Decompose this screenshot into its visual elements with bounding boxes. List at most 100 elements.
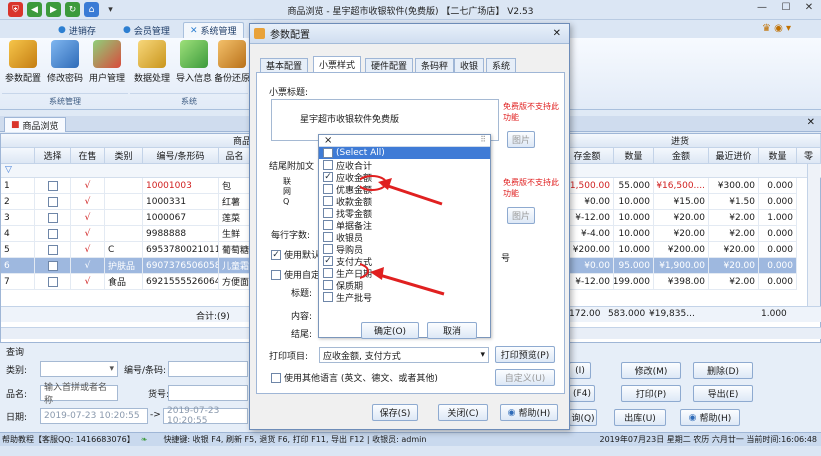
col-last-price[interactable]: 最近进价 (709, 148, 759, 164)
dtab-basic[interactable]: 基本配置 (260, 58, 309, 72)
dtab-hardware[interactable]: 硬件配置 (365, 58, 414, 72)
filter-icon[interactable]: ▽ (5, 165, 12, 175)
item-checkbox[interactable] (323, 196, 333, 206)
item-checkbox[interactable] (323, 208, 333, 218)
cell-onsale[interactable]: √ (71, 258, 105, 274)
export-button[interactable]: 导出(E) (693, 385, 753, 402)
cell-select[interactable] (35, 194, 71, 210)
dtab-system[interactable]: 系统 (486, 58, 517, 72)
cell-value[interactable]: 0.000 (759, 178, 797, 194)
cell-rownum[interactable]: 4 (1, 226, 35, 242)
cell-value[interactable]: ¥16,500.... (654, 178, 709, 194)
cell-value[interactable]: ¥20.00 (709, 258, 759, 274)
cell-rownum[interactable]: 1 (1, 178, 35, 194)
cell-value[interactable]: 10.000 (614, 210, 654, 226)
user-manage-button[interactable]: 用户管理 (86, 40, 128, 90)
query-button[interactable]: 询(Q) (569, 409, 597, 426)
cell-value[interactable]: 1.000 (759, 210, 797, 226)
cell-value[interactable]: ¥1.50 (709, 194, 759, 210)
cell-name[interactable]: 方便面 (219, 274, 251, 290)
cell-category[interactable] (105, 178, 143, 194)
dropdown-item[interactable]: 优惠金额 (319, 183, 490, 196)
item-checkbox[interactable] (323, 280, 333, 290)
dtab-receipt[interactable]: 小票样式 (313, 56, 362, 72)
dropdown-cancel-button[interactable]: 取消 (427, 322, 477, 339)
cell-onsale[interactable]: √ (71, 178, 105, 194)
item-checkbox[interactable] (323, 244, 333, 254)
item-checkbox[interactable] (323, 232, 333, 242)
close-dialog-button[interactable]: 关闭(C) (438, 404, 488, 421)
cell-category[interactable] (105, 194, 143, 210)
cell-code[interactable]: 6953780021011 (143, 242, 219, 258)
name-input[interactable]: 输入首拼或者名称 (40, 383, 118, 406)
cell-value[interactable]: 199.000 (614, 274, 654, 290)
col-select[interactable]: 选择 (35, 148, 71, 164)
cell-value[interactable]: 0.000 (759, 242, 797, 258)
col-code[interactable]: 编号/条形码 (143, 148, 219, 164)
save-button[interactable]: 保存(S) (372, 404, 418, 421)
cell-value[interactable]: ¥300.00 (709, 178, 759, 194)
close-button[interactable]: ✕ (799, 2, 819, 17)
col-zero[interactable]: 零 (797, 148, 821, 164)
tab-jinxiaocun[interactable]: ● 进销存 (52, 22, 102, 38)
cell-onsale[interactable]: √ (71, 242, 105, 258)
row-checkbox[interactable] (47, 196, 58, 207)
dropdown-item[interactable]: 收银员 (319, 231, 490, 244)
item-checkbox[interactable] (323, 220, 333, 230)
cell-value[interactable]: ¥200.00 (654, 242, 709, 258)
dropdown-item[interactable]: 找零金额 (319, 207, 490, 220)
dropdown-item[interactable]: 生产日期 (319, 267, 490, 280)
print-button[interactable]: 打印(P) (621, 385, 681, 402)
other-language-checkbox[interactable]: 使用其他语言 (英文、德文、或者其他) (271, 371, 438, 384)
dtab-cashier[interactable]: 收银 (454, 58, 485, 72)
dropdown-item[interactable]: 单据备注 (319, 219, 490, 232)
print-items-select[interactable]: 应收金额, 支付方式 ▾ (319, 347, 489, 363)
cell-code[interactable]: 1000067 (143, 210, 219, 226)
cell-category[interactable]: C (105, 242, 143, 258)
cell-name[interactable]: 包 (219, 178, 251, 194)
dropdown-item[interactable]: ✓ 支付方式 (319, 255, 490, 268)
col-qty2[interactable]: 数量 (759, 148, 797, 164)
cell-value[interactable]: ¥1,900.00 (654, 258, 709, 274)
checkout-button[interactable]: (F4) (569, 385, 595, 402)
close-doc-icon[interactable]: ✕ (807, 117, 815, 128)
row-checkbox[interactable] (47, 260, 58, 271)
maximize-button[interactable]: ☐ (776, 2, 796, 17)
cell-name[interactable]: 生鲜 (219, 226, 251, 242)
item-checkbox[interactable]: ✓ (323, 172, 333, 182)
code-input[interactable] (168, 361, 248, 377)
use-default-checkbox[interactable]: ✓ 使用默认 (271, 248, 320, 261)
change-password-button[interactable]: 修改密码 (44, 40, 86, 90)
use-custom-checkbox[interactable]: 使用自定 (271, 268, 320, 281)
dropdown-item[interactable]: 收款金额 (319, 195, 490, 208)
cell-select[interactable] (35, 178, 71, 194)
goods-no-input[interactable] (168, 385, 248, 401)
cell-code[interactable]: 6907376506058 (143, 258, 219, 274)
cell-rownum[interactable]: 3 (1, 210, 35, 226)
item-checkbox[interactable] (323, 184, 333, 194)
help-button[interactable]: ◉ 帮助(H) (500, 404, 558, 421)
cell-code[interactable]: 10001003 (143, 178, 219, 194)
col-category[interactable]: 类别 (105, 148, 143, 164)
cell-value[interactable]: 0.000 (759, 258, 797, 274)
cell-code[interactable]: 1000331 (143, 194, 219, 210)
custom-button[interactable]: 自定义(U) (495, 369, 555, 386)
cell-category[interactable] (105, 226, 143, 242)
import-button[interactable]: 导入信息 (173, 40, 215, 90)
add-button[interactable]: (I) (569, 362, 591, 379)
cell-value[interactable]: ¥20.00 (709, 242, 759, 258)
cell-select[interactable] (35, 226, 71, 242)
item-checkbox[interactable] (323, 292, 333, 302)
dtab-scale[interactable]: 条码秤 (415, 58, 455, 72)
status-help[interactable]: 帮助教程【客服QQ: 1416683076】 (2, 434, 135, 445)
cell-value[interactable]: ¥398.00 (654, 274, 709, 290)
row-checkbox[interactable] (47, 244, 58, 255)
col-qty[interactable]: 数量 (614, 148, 654, 164)
cell-onsale[interactable]: √ (71, 226, 105, 242)
cell-onsale[interactable]: √ (71, 274, 105, 290)
dropdown-ok-button[interactable]: 确定(O) (361, 322, 419, 339)
cell-select[interactable] (35, 274, 71, 290)
cell-onsale[interactable]: √ (71, 194, 105, 210)
cell-value[interactable]: 10.000 (614, 194, 654, 210)
cell-value[interactable]: ¥20.00 (654, 210, 709, 226)
